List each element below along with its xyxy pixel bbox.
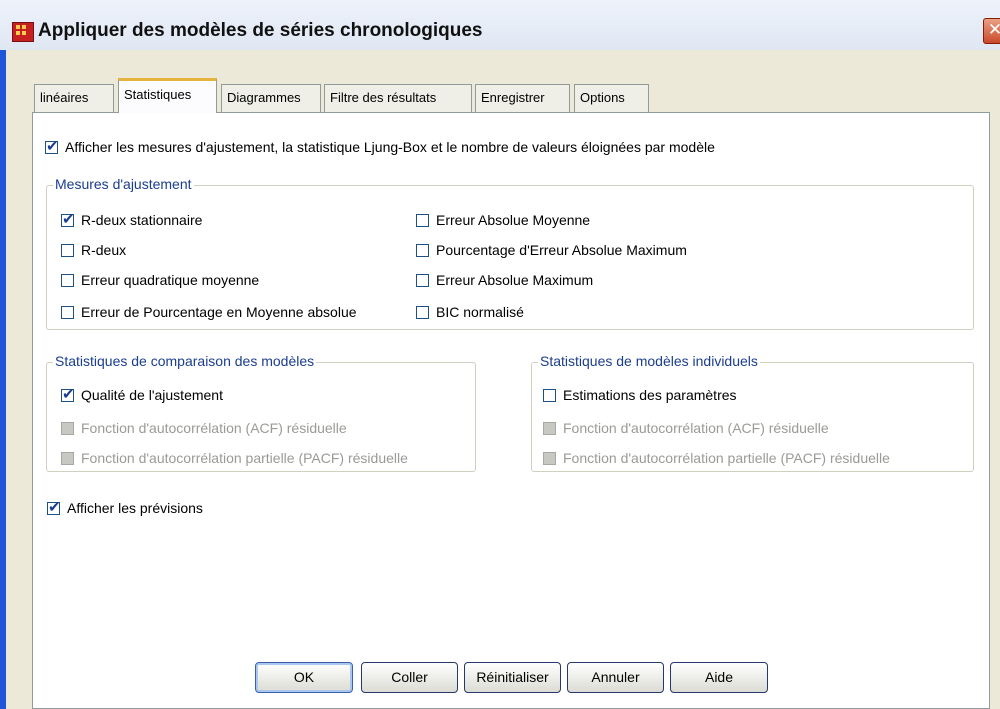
display-fit-label: Afficher les mesures d'ajustement, la st… bbox=[65, 139, 715, 155]
individual-label: Fonction d'autocorrélation (ACF) résidue… bbox=[563, 420, 829, 436]
individual-parameter-estimates[interactable]: Estimations des paramètres bbox=[543, 387, 737, 403]
display-fit-checkbox[interactable]: Afficher les mesures d'ajustement, la st… bbox=[45, 137, 715, 155]
fit-r-squared[interactable]: R-deux bbox=[61, 242, 126, 258]
comparison-goodness-of-fit[interactable]: Qualité de l'ajustement bbox=[61, 385, 223, 403]
close-icon: ✕ bbox=[987, 20, 1000, 39]
individual-title: Statistiques de modèles individuels bbox=[538, 353, 760, 369]
fit-label: Erreur quadratique moyenne bbox=[81, 272, 260, 288]
checkbox-unchecked-icon bbox=[416, 305, 429, 319]
tab-label: Diagrammes bbox=[227, 90, 301, 105]
reset-button[interactable]: Réinitialiser bbox=[464, 662, 561, 693]
checkbox-checked-icon bbox=[61, 210, 75, 228]
checkbox-unchecked-icon bbox=[543, 388, 556, 402]
checkbox-checked-icon bbox=[61, 385, 75, 403]
checkbox-disabled-icon bbox=[543, 421, 556, 435]
display-forecasts-label: Afficher les prévisions bbox=[67, 500, 203, 516]
tab-label: Options bbox=[580, 90, 625, 105]
tab-statistiques[interactable]: Statistiques bbox=[118, 78, 217, 113]
checkbox-checked-icon bbox=[45, 137, 59, 155]
fit-normalized-bic[interactable]: BIC normalisé bbox=[416, 304, 524, 320]
comparison-label: Qualité de l'ajustement bbox=[81, 387, 223, 403]
fit-maxae[interactable]: Erreur Absolue Maximum bbox=[416, 272, 593, 288]
fit-label: R-deux bbox=[81, 242, 127, 258]
checkbox-unchecked-icon bbox=[416, 273, 429, 287]
fit-mae[interactable]: Erreur Absolue Moyenne bbox=[416, 212, 590, 228]
paste-button[interactable]: Coller bbox=[361, 662, 458, 693]
fit-rmse[interactable]: Erreur quadratique moyenne bbox=[61, 272, 259, 288]
title-bar: Appliquer des modèles de séries chronolo… bbox=[0, 0, 1000, 51]
fit-stationary-r-squared[interactable]: R-deux stationnaire bbox=[61, 210, 203, 228]
tab-label: linéaires bbox=[40, 90, 89, 105]
comparison-residual-pacf: Fonction d'autocorrélation partielle (PA… bbox=[61, 450, 408, 466]
fit-mape[interactable]: Erreur de Pourcentage en Moyenne absolue bbox=[61, 304, 357, 320]
checkbox-unchecked-icon bbox=[416, 213, 429, 227]
checkbox-disabled-icon bbox=[61, 451, 74, 465]
comparison-label: Fonction d'autocorrélation partielle (PA… bbox=[81, 450, 408, 466]
tab-diagrammes[interactable]: Diagrammes bbox=[221, 84, 321, 112]
comparison-label: Fonction d'autocorrélation (ACF) résidue… bbox=[81, 420, 347, 436]
fit-label: Erreur de Pourcentage en Moyenne absolue bbox=[81, 304, 357, 320]
fit-label: Erreur Absolue Maximum bbox=[436, 272, 594, 288]
fit-label: Pourcentage d'Erreur Absolue Maximum bbox=[436, 242, 687, 258]
close-button[interactable]: ✕ bbox=[983, 18, 1000, 44]
checkbox-unchecked-icon bbox=[61, 243, 74, 257]
checkbox-unchecked-icon bbox=[416, 243, 429, 257]
window-title: Appliquer des modèles de séries chronolo… bbox=[38, 20, 483, 41]
tab-label: Filtre des résultats bbox=[330, 90, 437, 105]
help-button[interactable]: Aide bbox=[670, 662, 768, 693]
display-forecasts-checkbox[interactable]: Afficher les prévisions bbox=[47, 498, 203, 516]
checkbox-unchecked-icon bbox=[61, 273, 74, 287]
fit-label: BIC normalisé bbox=[436, 304, 524, 320]
tab-lineaires[interactable]: linéaires bbox=[34, 84, 114, 112]
checkbox-disabled-icon bbox=[543, 451, 556, 465]
tab-label: Enregistrer bbox=[481, 90, 545, 105]
cancel-button[interactable]: Annuler bbox=[567, 662, 664, 693]
comparison-title: Statistiques de comparaison des modèles bbox=[53, 353, 317, 369]
fit-label: Erreur Absolue Moyenne bbox=[436, 212, 591, 228]
tab-filtre-resultats[interactable]: Filtre des résultats bbox=[324, 84, 472, 112]
tab-options[interactable]: Options bbox=[574, 84, 649, 112]
fit-measures-title: Mesures d'ajustement bbox=[53, 176, 194, 192]
ok-button[interactable]: OK bbox=[255, 662, 353, 693]
individual-residual-pacf: Fonction d'autocorrélation partielle (PA… bbox=[543, 450, 890, 466]
tab-label: Statistiques bbox=[124, 87, 192, 102]
individual-label: Fonction d'autocorrélation partielle (PA… bbox=[563, 450, 890, 466]
tab-enregistrer[interactable]: Enregistrer bbox=[475, 84, 570, 112]
fit-maxape[interactable]: Pourcentage d'Erreur Absolue Maximum bbox=[416, 242, 687, 258]
checkbox-checked-icon bbox=[47, 498, 61, 516]
comparison-residual-acf: Fonction d'autocorrélation (ACF) résidue… bbox=[61, 420, 347, 436]
app-icon bbox=[12, 22, 34, 42]
checkbox-disabled-icon bbox=[61, 421, 74, 435]
individual-label: Estimations des paramètres bbox=[563, 387, 737, 403]
individual-residual-acf: Fonction d'autocorrélation (ACF) résidue… bbox=[543, 420, 829, 436]
fit-label: R-deux stationnaire bbox=[81, 212, 203, 228]
checkbox-unchecked-icon bbox=[61, 305, 74, 319]
